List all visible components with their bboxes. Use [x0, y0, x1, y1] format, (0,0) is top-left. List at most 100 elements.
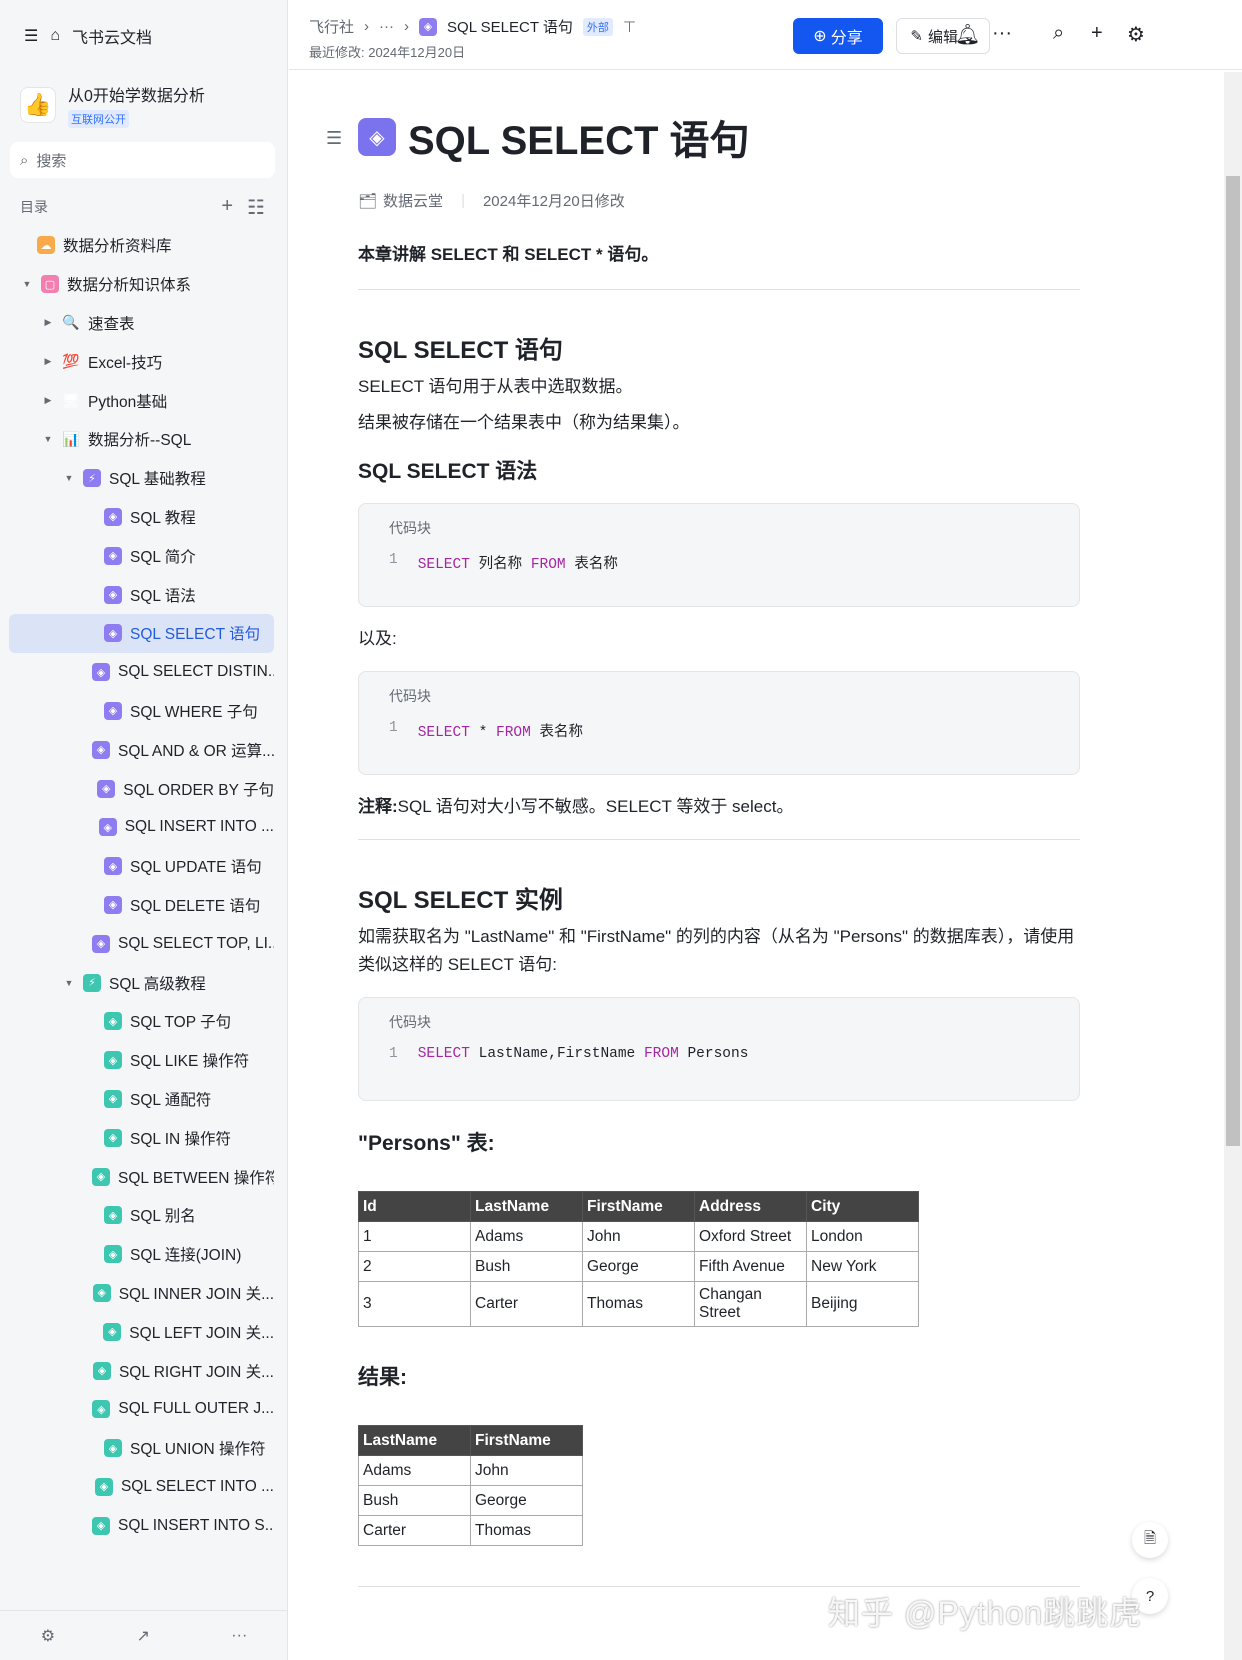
code-block[interactable]: 代码块 1 SELECT LastName,FirstName FROM Pers…	[358, 997, 1080, 1101]
doc-icon: ◈	[104, 1128, 122, 1147]
workspace-header[interactable]: 👍 从0开始学数据分析 互联网公开	[20, 82, 287, 128]
sidebar-item[interactable]: ◈ SQL 通配符	[9, 1080, 274, 1119]
table-cell: Adams	[470, 1221, 583, 1252]
chevron-right-icon[interactable]: ▶	[42, 317, 54, 328]
sidebar-item-label: SQL 通配符	[130, 1091, 212, 1109]
sidebar-item[interactable]: ▼ 📊 数据分析--SQL	[9, 420, 274, 459]
column-header: Id	[358, 1191, 471, 1222]
chevron-right-icon[interactable]: ▶	[42, 356, 54, 367]
sidebar-item[interactable]: ▶ 🖥 Python基础	[9, 381, 274, 420]
sidebar-item[interactable]: ◈ SQL UPDATE 语句	[9, 847, 274, 886]
chevron-down-icon[interactable]: ▼	[63, 473, 75, 483]
table-row: 2 Bush George Fifth Avenue New York	[358, 1251, 919, 1282]
sidebar-item[interactable]: ◈ SQL SELECT 语句	[9, 613, 274, 653]
sidebar-item[interactable]: ◈ SQL LIKE 操作符	[9, 1041, 274, 1080]
sidebar-item[interactable]: ◈ SQL FULL OUTER J...	[9, 1390, 274, 1429]
table-row: Adams John	[358, 1455, 583, 1486]
settings-icon[interactable]: ⚙	[1127, 22, 1145, 47]
more-icon[interactable]: ···	[992, 22, 1012, 45]
sidebar-item[interactable]: ◈ SQL LEFT JOIN 关...	[9, 1312, 274, 1351]
sidebar-item[interactable]: ◈ SQL IN 操作符	[9, 1118, 274, 1157]
paragraph: 以及:	[358, 629, 397, 648]
bell-icon[interactable]: 🔔︎	[955, 22, 980, 47]
sidebar-item[interactable]: ◈ SQL SELECT INTO ...	[9, 1468, 274, 1507]
result-heading: 结果:	[358, 1366, 407, 1389]
collapse-sidebar-icon[interactable]: ☰	[24, 26, 38, 46]
sidebar-item[interactable]: ◈ SQL SELECT DISTIN...	[9, 653, 274, 692]
paragraph: 如需获取名为 "LastName" 和 "FirstName" 的列的内容（从名…	[358, 927, 1075, 974]
settings-icon[interactable]: ⚙	[41, 1626, 55, 1646]
sidebar-item-label: 数据分析资料库	[63, 238, 172, 256]
home-icon[interactable]: ⌂	[50, 27, 60, 45]
sidebar-item[interactable]: ◈ SQL 简介	[9, 536, 274, 575]
sidebar-item[interactable]: ◈ SQL WHERE 子句	[9, 692, 274, 731]
app-title[interactable]: 飞书云文档	[72, 24, 152, 48]
scrollbar[interactable]	[1224, 72, 1242, 1660]
doc-icon: ◈	[104, 1051, 122, 1070]
sidebar-item[interactable]: ◈ SQL INSERT INTO S...	[9, 1506, 274, 1545]
sidebar-item[interactable]: ▶ 🔍 速查表	[9, 304, 274, 343]
sidebar-item[interactable]: ◈ SQL TOP 子句	[9, 1002, 274, 1041]
sidebar-item[interactable]: ◈ SQL INNER JOIN 关...	[9, 1274, 274, 1313]
list-options-icon[interactable]: ☷	[247, 195, 265, 220]
sidebar-item-label: SQL ORDER BY 子句	[123, 781, 274, 799]
table-row: Carter Thomas	[358, 1515, 583, 1546]
pin-icon[interactable]: ⊤	[623, 18, 636, 36]
sidebar-item[interactable]: ◈ SQL ORDER BY 子句	[9, 769, 274, 808]
add-icon[interactable]: +	[1091, 22, 1103, 45]
crumb-root[interactable]: 飞行社	[309, 16, 354, 37]
code-keyword: FROM	[643, 1046, 679, 1062]
sidebar-item[interactable]: ◈ SQL INSERT INTO ...	[9, 808, 274, 847]
doc-icon: ◈	[104, 701, 122, 720]
author[interactable]: 数据云堂	[383, 190, 443, 211]
crumb-current[interactable]: SQL SELECT 语句	[447, 16, 573, 37]
chevron-right-icon[interactable]: ▶	[42, 395, 54, 406]
search-icon[interactable]: ⌕	[1053, 22, 1064, 45]
toc-tree: ☁ 数据分析资料库 ▼ ▢ 数据分析知识体系 ▶ 🔍 速查表 ▶ 💯 Excel-技巧 ▶ 🖥 Pytho…	[0, 226, 287, 1545]
sidebar-item[interactable]: ◈ SQL RIGHT JOIN 关...	[9, 1351, 274, 1390]
sidebar-item-label: SQL 教程	[130, 509, 196, 527]
code-keyword: SELECT	[417, 1046, 470, 1062]
table-cell: John	[470, 1455, 583, 1486]
sidebar-item-label: SQL TOP 子句	[130, 1014, 232, 1032]
sidebar-item[interactable]: ◈ SQL 连接(JOIN)	[9, 1235, 274, 1274]
paragraph: 结果被存储在一个结果表中（称为结果集）。	[358, 413, 690, 432]
code-keyword: FROM	[496, 725, 531, 741]
crumb-more[interactable]: ···	[379, 18, 394, 35]
outline-icon[interactable]: ☰	[326, 128, 342, 149]
sidebar-item[interactable]: ◈ SQL AND & OR 运算...	[9, 730, 274, 769]
sidebar-item[interactable]: ◈ SQL UNION 操作符	[9, 1429, 274, 1468]
sidebar-item[interactable]: ◈ SQL 语法	[9, 575, 274, 614]
add-icon[interactable]: +	[221, 195, 233, 220]
share-out-icon[interactable]: ↗	[136, 1626, 149, 1646]
chevron-down-icon[interactable]: ▼	[42, 434, 54, 444]
persons-table: Id LastName FirstName Address City 1 Adams John…	[358, 1191, 919, 1327]
code-block[interactable]: 代码块 1 SELECT 列名称 FROM 表名称	[358, 503, 1080, 607]
sidebar-item[interactable]: ◈ SQL BETWEEN 操作符	[9, 1157, 274, 1196]
chevron-down-icon[interactable]: ▼	[63, 978, 75, 988]
table-cell: New York	[806, 1251, 919, 1282]
doc-icon: 🔍	[62, 314, 80, 331]
table-row: Bush George	[358, 1485, 583, 1516]
code-block[interactable]: 代码块 1 SELECT * FROM 表名称	[358, 671, 1080, 775]
sidebar-item[interactable]: ▶ 💯 Excel-技巧	[9, 342, 274, 381]
sidebar-item[interactable]: ▼ ▢ 数据分析知识体系	[9, 265, 274, 304]
heading-example: SQL SELECT 实例	[358, 887, 563, 914]
sidebar-item-label: SQL RIGHT JOIN 关...	[118, 1363, 274, 1381]
chevron-down-icon[interactable]: ▼	[21, 279, 33, 289]
sidebar-item[interactable]: ▼ ⚡ SQL 基础教程	[9, 459, 274, 498]
sidebar-item-label: 数据分析--SQL	[88, 432, 192, 450]
sidebar-item-label: SQL 基础教程	[109, 471, 206, 489]
share-button[interactable]: ⊕ 分享	[793, 18, 883, 54]
search-input[interactable]: ⌕ 搜索	[10, 142, 275, 178]
sidebar-item[interactable]: ☁ 数据分析资料库	[9, 226, 274, 265]
sidebar-item[interactable]: ◈ SQL DELETE 语句	[9, 886, 274, 925]
sidebar-item[interactable]: ◈ SQL 别名	[9, 1196, 274, 1235]
sidebar-item[interactable]: ▼ ⚡ SQL 高级教程	[9, 963, 274, 1002]
scrollbar-thumb[interactable]	[1226, 176, 1240, 1146]
sidebar-item[interactable]: ◈ SQL SELECT TOP, LI...	[9, 924, 274, 963]
more-icon[interactable]: ···	[231, 1627, 247, 1645]
doc-info-button[interactable]: 🗎	[1132, 1522, 1168, 1558]
sidebar-item[interactable]: ◈ SQL 教程	[9, 498, 274, 537]
workspace-name: 从0开始学数据分析	[68, 88, 205, 105]
